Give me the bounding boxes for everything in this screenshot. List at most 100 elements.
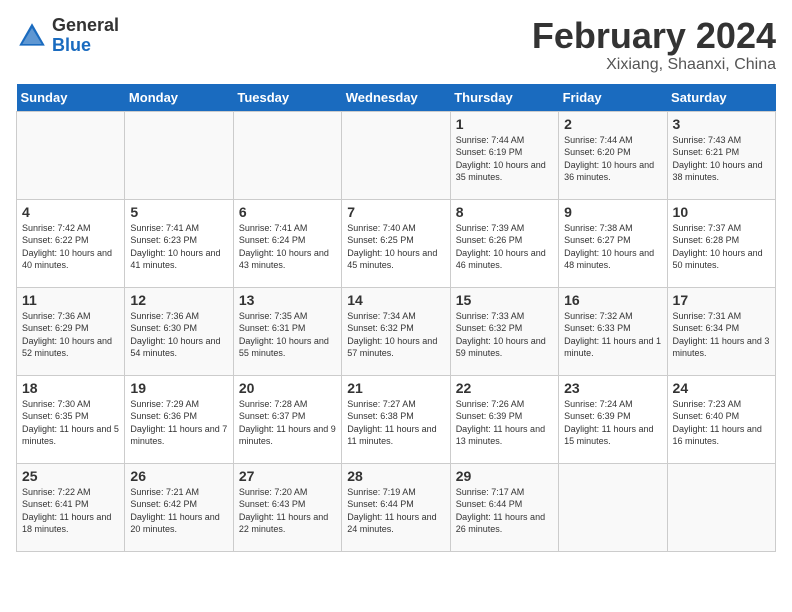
day-info: Sunrise: 7:44 AM Sunset: 6:20 PM Dayligh… xyxy=(564,134,661,184)
week-row-4: 18 Sunrise: 7:30 AM Sunset: 6:35 PM Dayli… xyxy=(17,375,776,463)
calendar-cell: 3 Sunrise: 7:43 AM Sunset: 6:21 PM Daylig… xyxy=(667,111,775,199)
day-number: 15 xyxy=(456,292,553,308)
day-number: 23 xyxy=(564,380,661,396)
title-block: February 2024 Xixiang, Shaanxi, China xyxy=(532,16,776,74)
calendar-cell: 6 Sunrise: 7:41 AM Sunset: 6:24 PM Daylig… xyxy=(233,199,341,287)
day-number: 6 xyxy=(239,204,336,220)
day-info: Sunrise: 7:24 AM Sunset: 6:39 PM Dayligh… xyxy=(564,398,661,448)
day-info: Sunrise: 7:40 AM Sunset: 6:25 PM Dayligh… xyxy=(347,222,444,272)
day-info: Sunrise: 7:36 AM Sunset: 6:30 PM Dayligh… xyxy=(130,310,227,360)
day-info: Sunrise: 7:39 AM Sunset: 6:26 PM Dayligh… xyxy=(456,222,553,272)
day-number: 3 xyxy=(673,116,770,132)
logo: General Blue xyxy=(16,16,119,56)
day-header-tuesday: Tuesday xyxy=(233,84,341,112)
day-info: Sunrise: 7:28 AM Sunset: 6:37 PM Dayligh… xyxy=(239,398,336,448)
calendar-cell: 18 Sunrise: 7:30 AM Sunset: 6:35 PM Dayli… xyxy=(17,375,125,463)
day-number: 29 xyxy=(456,468,553,484)
calendar-cell xyxy=(667,463,775,551)
location: Xixiang, Shaanxi, China xyxy=(532,56,776,74)
day-info: Sunrise: 7:30 AM Sunset: 6:35 PM Dayligh… xyxy=(22,398,119,448)
calendar-cell: 21Sunrise: 7:27 AM Sunset: 6:38 PM Dayli… xyxy=(342,375,450,463)
day-header-saturday: Saturday xyxy=(667,84,775,112)
calendar-cell: 1 Sunrise: 7:44 AM Sunset: 6:19 PM Daylig… xyxy=(450,111,558,199)
calendar-cell: 14Sunrise: 7:34 AM Sunset: 6:32 PM Dayli… xyxy=(342,287,450,375)
calendar-cell: 7 Sunrise: 7:40 AM Sunset: 6:25 PM Daylig… xyxy=(342,199,450,287)
day-number: 28 xyxy=(347,468,444,484)
day-info: Sunrise: 7:32 AM Sunset: 6:33 PM Dayligh… xyxy=(564,310,661,360)
day-info: Sunrise: 7:43 AM Sunset: 6:21 PM Dayligh… xyxy=(673,134,770,184)
logo-text: General Blue xyxy=(52,16,119,56)
day-info: Sunrise: 7:22 AM Sunset: 6:41 PM Dayligh… xyxy=(22,486,119,536)
week-row-3: 11 Sunrise: 7:36 AM Sunset: 6:29 PM Dayli… xyxy=(17,287,776,375)
calendar-cell xyxy=(342,111,450,199)
day-info: Sunrise: 7:37 AM Sunset: 6:28 PM Dayligh… xyxy=(673,222,770,272)
calendar-table: SundayMondayTuesdayWednesdayThursdayFrid… xyxy=(16,84,776,552)
calendar-cell: 12 Sunrise: 7:36 AM Sunset: 6:30 PM Dayli… xyxy=(125,287,233,375)
week-row-5: 25 Sunrise: 7:22 AM Sunset: 6:41 PM Dayli… xyxy=(17,463,776,551)
calendar-cell: 4 Sunrise: 7:42 AM Sunset: 6:22 PM Daylig… xyxy=(17,199,125,287)
day-number: 11 xyxy=(22,292,119,308)
calendar-cell: 23 Sunrise: 7:24 AM Sunset: 6:39 PM Dayli… xyxy=(559,375,667,463)
day-number: 9 xyxy=(564,204,661,220)
day-number: 4 xyxy=(22,204,119,220)
month-title: February 2024 xyxy=(532,16,776,56)
day-info: Sunrise: 7:29 AM Sunset: 6:36 PM Dayligh… xyxy=(130,398,227,448)
day-info: Sunrise: 7:38 AM Sunset: 6:27 PM Dayligh… xyxy=(564,222,661,272)
day-number: 25 xyxy=(22,468,119,484)
day-info: Sunrise: 7:44 AM Sunset: 6:19 PM Dayligh… xyxy=(456,134,553,184)
calendar-cell: 11 Sunrise: 7:36 AM Sunset: 6:29 PM Dayli… xyxy=(17,287,125,375)
day-header-sunday: Sunday xyxy=(17,84,125,112)
calendar-cell xyxy=(17,111,125,199)
day-info: Sunrise: 7:41 AM Sunset: 6:24 PM Dayligh… xyxy=(239,222,336,272)
day-header-wednesday: Wednesday xyxy=(342,84,450,112)
day-info: Sunrise: 7:17 AM Sunset: 6:44 PM Dayligh… xyxy=(456,486,553,536)
calendar-cell: 25 Sunrise: 7:22 AM Sunset: 6:41 PM Dayli… xyxy=(17,463,125,551)
calendar-cell: 19 Sunrise: 7:29 AM Sunset: 6:36 PM Dayli… xyxy=(125,375,233,463)
day-number: 22 xyxy=(456,380,553,396)
day-number: 18 xyxy=(22,380,119,396)
day-info: Sunrise: 7:42 AM Sunset: 6:22 PM Dayligh… xyxy=(22,222,119,272)
day-number: 24 xyxy=(673,380,770,396)
day-number: 8 xyxy=(456,204,553,220)
day-number: 27 xyxy=(239,468,336,484)
day-number: 10 xyxy=(673,204,770,220)
day-number: 1 xyxy=(456,116,553,132)
day-number: 5 xyxy=(130,204,227,220)
day-header-row: SundayMondayTuesdayWednesdayThursdayFrid… xyxy=(17,84,776,112)
calendar-cell xyxy=(559,463,667,551)
calendar-cell xyxy=(233,111,341,199)
calendar-cell: 17Sunrise: 7:31 AM Sunset: 6:34 PM Dayli… xyxy=(667,287,775,375)
calendar-cell: 8 Sunrise: 7:39 AM Sunset: 6:26 PM Daylig… xyxy=(450,199,558,287)
calendar-cell: 24Sunrise: 7:23 AM Sunset: 6:40 PM Dayli… xyxy=(667,375,775,463)
week-row-2: 4 Sunrise: 7:42 AM Sunset: 6:22 PM Daylig… xyxy=(17,199,776,287)
calendar-cell: 29 Sunrise: 7:17 AM Sunset: 6:44 PM Dayli… xyxy=(450,463,558,551)
day-number: 16 xyxy=(564,292,661,308)
calendar-cell: 13 Sunrise: 7:35 AM Sunset: 6:31 PM Dayli… xyxy=(233,287,341,375)
calendar-cell: 20 Sunrise: 7:28 AM Sunset: 6:37 PM Dayli… xyxy=(233,375,341,463)
calendar-cell: 2 Sunrise: 7:44 AM Sunset: 6:20 PM Daylig… xyxy=(559,111,667,199)
day-number: 17 xyxy=(673,292,770,308)
day-number: 12 xyxy=(130,292,227,308)
calendar-cell: 28 Sunrise: 7:19 AM Sunset: 6:44 PM Dayli… xyxy=(342,463,450,551)
day-info: Sunrise: 7:36 AM Sunset: 6:29 PM Dayligh… xyxy=(22,310,119,360)
day-number: 13 xyxy=(239,292,336,308)
page-header: General Blue February 2024 Xixiang, Shaa… xyxy=(16,16,776,74)
day-header-thursday: Thursday xyxy=(450,84,558,112)
calendar-cell: 27Sunrise: 7:20 AM Sunset: 6:43 PM Dayli… xyxy=(233,463,341,551)
calendar-cell: 15 Sunrise: 7:33 AM Sunset: 6:32 PM Dayli… xyxy=(450,287,558,375)
logo-icon xyxy=(16,20,48,52)
day-number: 2 xyxy=(564,116,661,132)
day-info: Sunrise: 7:21 AM Sunset: 6:42 PM Dayligh… xyxy=(130,486,227,536)
week-row-1: 1 Sunrise: 7:44 AM Sunset: 6:19 PM Daylig… xyxy=(17,111,776,199)
day-info: Sunrise: 7:41 AM Sunset: 6:23 PM Dayligh… xyxy=(130,222,227,272)
day-info: Sunrise: 7:35 AM Sunset: 6:31 PM Dayligh… xyxy=(239,310,336,360)
day-info: Sunrise: 7:33 AM Sunset: 6:32 PM Dayligh… xyxy=(456,310,553,360)
day-info: Sunrise: 7:19 AM Sunset: 6:44 PM Dayligh… xyxy=(347,486,444,536)
day-number: 19 xyxy=(130,380,227,396)
day-number: 7 xyxy=(347,204,444,220)
calendar-cell: 26Sunrise: 7:21 AM Sunset: 6:42 PM Dayli… xyxy=(125,463,233,551)
day-number: 20 xyxy=(239,380,336,396)
day-info: Sunrise: 7:34 AM Sunset: 6:32 PM Dayligh… xyxy=(347,310,444,360)
day-number: 21 xyxy=(347,380,444,396)
day-header-monday: Monday xyxy=(125,84,233,112)
